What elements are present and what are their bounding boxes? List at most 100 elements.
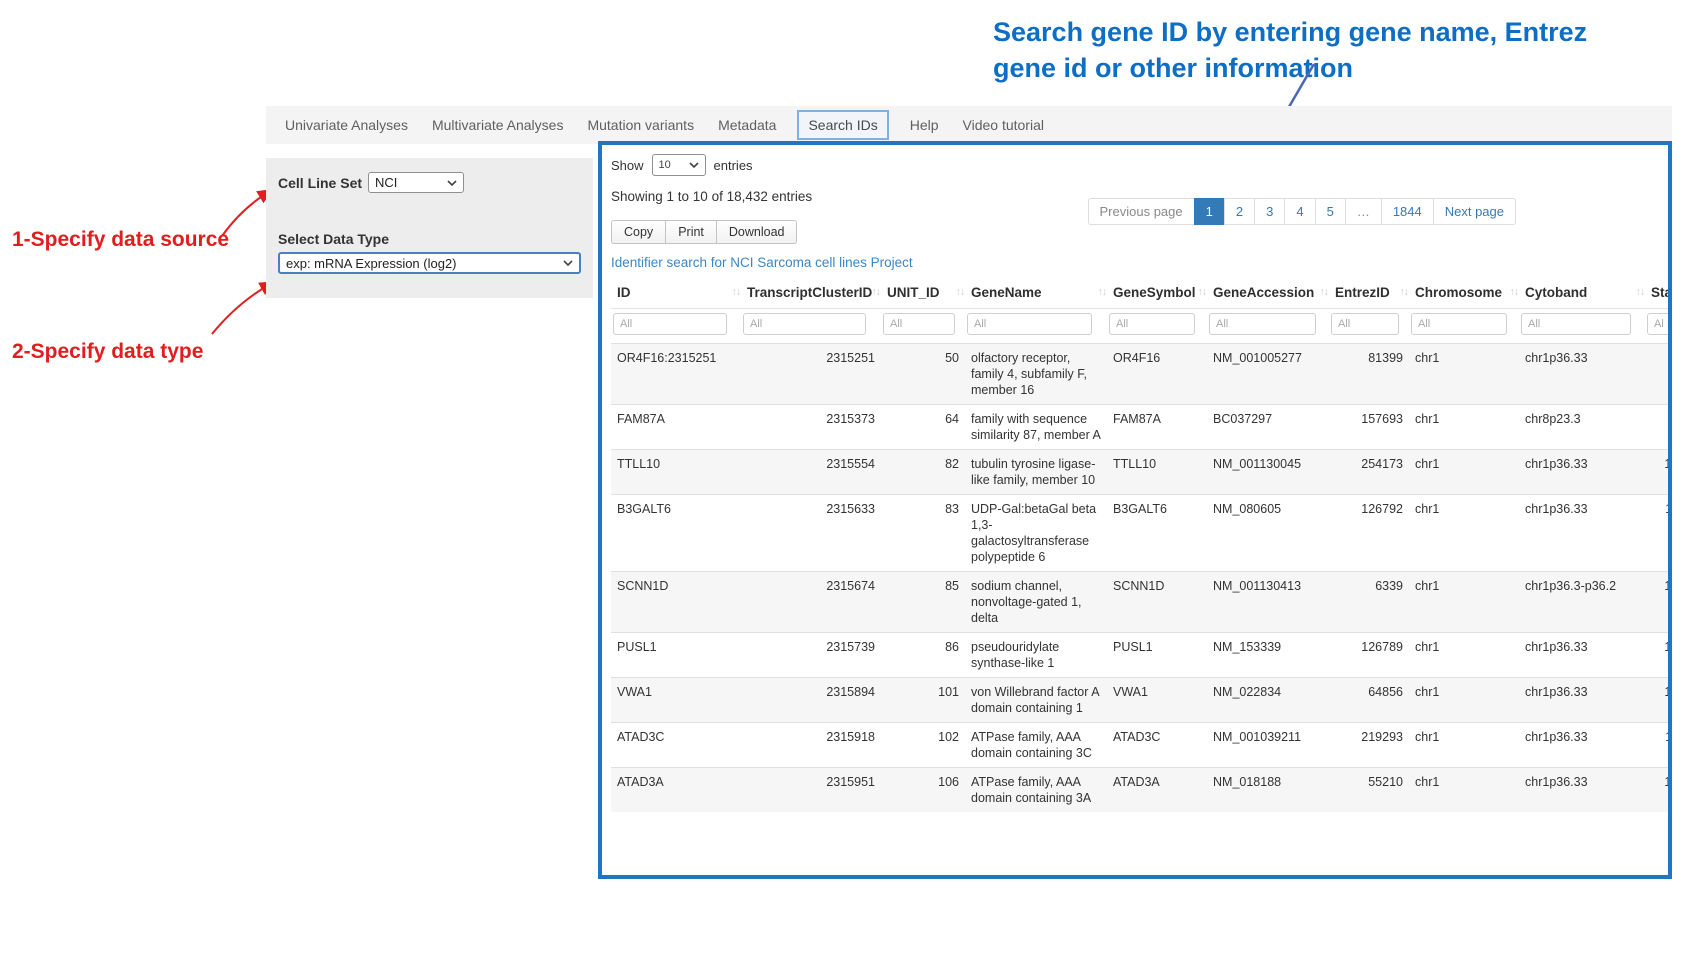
cell-gene_accession: NM_001130413	[1207, 572, 1329, 633]
page-button-4[interactable]: 4	[1284, 198, 1315, 225]
print-button[interactable]: Print	[665, 220, 717, 244]
cell-gene_symbol: VWA1	[1107, 678, 1207, 723]
column-header-label: UNIT_ID	[887, 285, 940, 300]
page-button-3[interactable]: 3	[1254, 198, 1285, 225]
cell-gene_accession: NM_018188	[1207, 768, 1329, 813]
cell-gene_symbol: ATAD3C	[1107, 723, 1207, 768]
entries-label: entries	[714, 158, 753, 173]
table-filter-row	[611, 309, 1672, 344]
cell-transcript_cluster_id: 2315554	[741, 450, 881, 495]
filter-input-gene_symbol[interactable]	[1109, 313, 1195, 335]
table-row: ATAD3C2315918102ATPase family, AAA domai…	[611, 723, 1672, 768]
chevron-down-icon	[447, 180, 457, 186]
cell-entrez_id: 64856	[1329, 678, 1409, 723]
cell-transcript_cluster_id: 2315633	[741, 495, 881, 572]
data-type-select[interactable]: exp: mRNA Expression (log2)	[278, 252, 581, 274]
filter-cell-entrez_id	[1329, 309, 1409, 344]
sort-icon: ↑↓	[1198, 286, 1207, 298]
column-header-label: Chromosome	[1415, 285, 1502, 300]
filter-input-unit_id[interactable]	[883, 313, 955, 335]
tab-multivariate-analyses[interactable]: Multivariate Analyses	[429, 111, 567, 139]
filter-cell-gene_name	[965, 309, 1107, 344]
cell-gene_name: ATPase family, AAA domain containing 3A	[965, 768, 1107, 813]
column-header-transcript_cluster_id[interactable]: TranscriptClusterID↑↓	[741, 277, 881, 309]
filter-input-cytoband[interactable]	[1521, 313, 1631, 335]
cell-start: 1095869	[1645, 450, 1672, 495]
download-button[interactable]: Download	[716, 220, 798, 244]
filter-input-entrez_id[interactable]	[1331, 313, 1399, 335]
cell-line-set-label: Cell Line Set	[278, 175, 362, 191]
filter-cell-gene_symbol	[1107, 309, 1207, 344]
column-header-gene_accession[interactable]: GeneAccession↑↓	[1207, 277, 1329, 309]
cell-transcript_cluster_id: 2315373	[741, 405, 881, 450]
cell-gene_name: sodium channel, nonvoltage-gated 1, delt…	[965, 572, 1107, 633]
filter-input-chromosome[interactable]	[1411, 313, 1507, 335]
cell-gene_name: UDP-Gal:betaGal beta 1,3-galactosyltrans…	[965, 495, 1107, 572]
page-button-5[interactable]: 5	[1315, 198, 1346, 225]
tab-mutation-variants[interactable]: Mutation variants	[584, 111, 697, 139]
column-header-id[interactable]: ID↑↓	[611, 277, 741, 309]
cell-gene_symbol: FAM87A	[1107, 405, 1207, 450]
cell-gene_name: tubulin tyrosine ligase-like family, mem…	[965, 450, 1107, 495]
cell-transcript_cluster_id: 2315951	[741, 768, 881, 813]
filter-cell-transcript_cluster_id	[741, 309, 881, 344]
page-button-2[interactable]: 2	[1224, 198, 1255, 225]
column-header-chromosome[interactable]: Chromosome ↑↓	[1409, 277, 1519, 309]
tab-metadata[interactable]: Metadata	[715, 111, 779, 139]
filter-input-gene_accession[interactable]	[1209, 313, 1316, 335]
column-header-unit_id[interactable]: UNIT_ID↑↓	[881, 277, 965, 309]
filter-cell-chromosome	[1409, 309, 1519, 344]
cell-line-set-select[interactable]: NCI	[368, 172, 464, 193]
cell-unit_id: 85	[881, 572, 965, 633]
column-header-gene_name[interactable]: GeneName↑↓	[965, 277, 1107, 309]
cell-id: FAM87A	[611, 405, 741, 450]
cell-start: 1206658	[1645, 572, 1672, 633]
column-header-label: ID	[617, 285, 631, 300]
copy-button[interactable]: Copy	[611, 220, 666, 244]
filter-input-start[interactable]	[1647, 313, 1672, 335]
identifier-search-link[interactable]: Identifier search for NCI Sarcoma cell l…	[611, 255, 913, 270]
sort-icon: ↑↓	[1098, 286, 1107, 298]
cell-unit_id: 64	[881, 405, 965, 450]
previous-page-button[interactable]: Previous page	[1088, 198, 1195, 225]
column-header-entrez_id[interactable]: EntrezID↑↓	[1329, 277, 1409, 309]
cell-start: 752751	[1645, 405, 1672, 450]
cell-gene_accession: NM_001039211	[1207, 723, 1329, 768]
annotation-search-note-line1: Search gene ID by entering gene name, En…	[993, 14, 1673, 50]
search-ids-panel: Show 10 entries Showing 1 to 10 of 18,43…	[598, 141, 1672, 879]
cell-gene_symbol: TTLL10	[1107, 450, 1207, 495]
tab-search-ids[interactable]: Search IDs	[797, 110, 888, 140]
tab-univariate-analyses[interactable]: Univariate Analyses	[282, 111, 411, 139]
tab-video-tutorial[interactable]: Video tutorial	[960, 111, 1047, 139]
cell-gene_symbol: B3GALT6	[1107, 495, 1207, 572]
cell-gene_symbol: OR4F16	[1107, 344, 1207, 405]
table-row: FAM87A231537364family with sequence simi…	[611, 405, 1672, 450]
cell-gene_name: olfactory receptor, family 4, subfamily …	[965, 344, 1107, 405]
tab-help[interactable]: Help	[907, 111, 942, 139]
column-header-gene_symbol[interactable]: GeneSymbol↑↓	[1107, 277, 1207, 309]
column-header-label: GeneAccession	[1213, 285, 1314, 300]
filter-cell-gene_accession	[1207, 309, 1329, 344]
column-header-cytoband[interactable]: Cytoband↑↓	[1519, 277, 1645, 309]
cell-chromosome: chr1	[1409, 633, 1519, 678]
filter-input-id[interactable]	[613, 313, 727, 335]
table-row: SCNN1D231567485sodium channel, nonvoltag…	[611, 572, 1672, 633]
cell-entrez_id: 6339	[1329, 572, 1409, 633]
next-page-button[interactable]: Next page	[1433, 198, 1516, 225]
cell-id: PUSL1	[611, 633, 741, 678]
sort-icon: ↑↓	[1510, 286, 1519, 298]
show-entries-select[interactable]: 10	[652, 154, 706, 176]
column-header-start[interactable]: Start↑↓	[1645, 277, 1672, 309]
filter-input-gene_name[interactable]	[967, 313, 1092, 335]
cell-gene_name: family with sequence similarity 87, memb…	[965, 405, 1107, 450]
page-ellipsis[interactable]: …	[1345, 198, 1382, 225]
cell-id: ATAD3A	[611, 768, 741, 813]
page-button-1844[interactable]: 1844	[1381, 198, 1434, 225]
page-button-1[interactable]: 1	[1194, 198, 1225, 225]
column-header-label: Start	[1651, 285, 1672, 300]
show-entries-value: 10	[659, 159, 671, 171]
filter-input-transcript_cluster_id[interactable]	[743, 313, 866, 335]
pagination: Previous page12345…1844Next page	[1088, 198, 1516, 225]
cell-gene_symbol: SCNN1D	[1107, 572, 1207, 633]
column-header-label: Cytoband	[1525, 285, 1587, 300]
